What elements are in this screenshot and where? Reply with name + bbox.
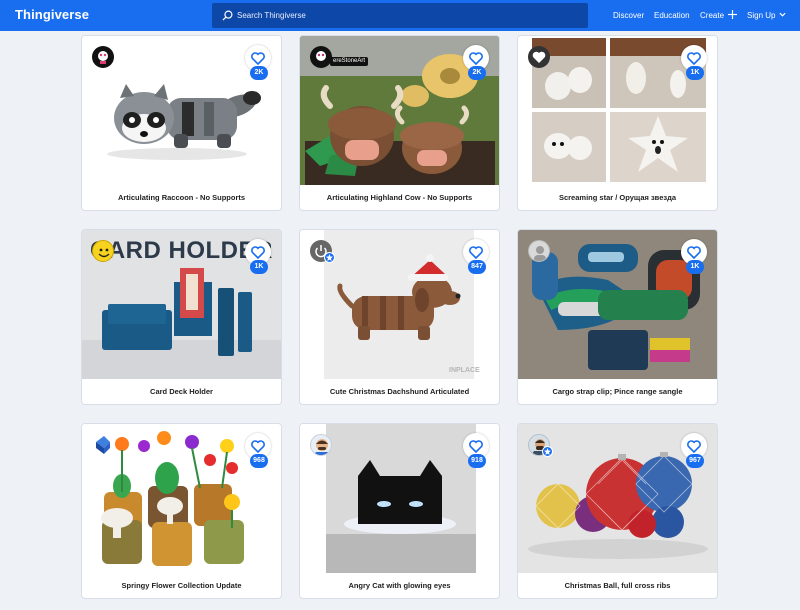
thing-card[interactable]: 967 Christmas Ball, full cross ribs	[517, 423, 718, 599]
creator-avatar[interactable]	[92, 240, 114, 262]
like-count: 2K	[468, 66, 486, 80]
nav-education[interactable]: Education	[654, 0, 690, 31]
nav-discover[interactable]: Discover	[613, 0, 644, 31]
heart-icon	[469, 52, 483, 65]
heart-icon	[687, 52, 701, 65]
nav-sign-up[interactable]: Sign Up	[747, 0, 786, 31]
thing-title[interactable]: Screaming star / Орущая звезда	[518, 193, 717, 202]
like-count: 1K	[686, 260, 704, 274]
heart-icon	[687, 440, 701, 453]
thing-title[interactable]: Cute Christmas Dachshund Articulated	[300, 387, 499, 396]
heart-icon	[251, 440, 265, 453]
chevron-down-icon	[779, 12, 786, 17]
nav-create[interactable]: Create	[700, 0, 738, 31]
like-count: 967	[686, 454, 704, 468]
heart-icon	[469, 246, 483, 259]
creator-avatar[interactable]	[92, 434, 114, 456]
top-navigation-bar: Thingiverse Discover Education Create Si…	[0, 0, 800, 31]
thing-title[interactable]: Christmas Ball, full cross ribs	[518, 581, 717, 590]
nav-create-label: Create	[700, 11, 725, 20]
thing-card[interactable]: 2K Articulating Raccoon - No Supports	[81, 35, 282, 211]
creator-avatar[interactable]	[528, 46, 550, 68]
like-count: 2K	[250, 66, 268, 80]
thing-title[interactable]: Card Deck Holder	[82, 387, 281, 396]
thing-card[interactable]: 1K Cargo strap clip; Pince range sangle	[517, 229, 718, 405]
thing-title[interactable]: Angry Cat with glowing eyes	[300, 581, 499, 590]
plus-icon	[728, 10, 738, 19]
search-bar[interactable]	[212, 3, 588, 28]
thing-title[interactable]: Cargo strap clip; Pince range sangle	[518, 387, 717, 396]
like-count: 847	[468, 260, 486, 274]
creator-avatar[interactable]	[310, 46, 332, 68]
thing-title[interactable]: Articulating Raccoon - No Supports	[82, 193, 281, 202]
thing-card[interactable]: CARD HOLDER 1K Card Deck Holder	[81, 229, 282, 405]
creator-avatar[interactable]	[310, 434, 332, 456]
star-badge-icon	[542, 446, 553, 457]
heart-icon	[251, 246, 265, 259]
search-icon	[222, 10, 233, 21]
creator-name-tag: ereStoneArt	[330, 57, 369, 66]
creator-avatar[interactable]	[528, 240, 550, 262]
heart-icon	[687, 246, 701, 259]
inplace-watermark: INPLACE	[449, 367, 480, 374]
thing-card[interactable]: 968 Springy Flower Collection Update	[81, 423, 282, 599]
thing-card[interactable]: INPLACE 847 Cute Christmas Dachshund Art…	[299, 229, 500, 405]
heart-icon	[251, 52, 265, 65]
thing-title[interactable]: Articulating Highland Cow - No Supports	[300, 193, 499, 202]
star-badge-icon	[324, 252, 335, 263]
heart-icon	[469, 440, 483, 453]
thing-card[interactable]: 1K Screaming star / Орущая звезда	[517, 35, 718, 211]
like-count: 1K	[250, 260, 268, 274]
like-count: 918	[468, 454, 486, 468]
nav-sign-up-label: Sign Up	[747, 11, 776, 20]
thingiverse-logo[interactable]: Thingiverse	[15, 7, 89, 22]
thing-card[interactable]: ereStoneArt 2K Articulating Highland Cow…	[299, 35, 500, 211]
thing-title[interactable]: Springy Flower Collection Update	[82, 581, 281, 590]
thing-card[interactable]: 918 Angry Cat with glowing eyes	[299, 423, 500, 599]
like-count: 1K	[686, 66, 704, 80]
creator-avatar[interactable]	[92, 46, 114, 68]
like-count: 968	[250, 454, 268, 468]
search-input[interactable]	[237, 3, 577, 28]
